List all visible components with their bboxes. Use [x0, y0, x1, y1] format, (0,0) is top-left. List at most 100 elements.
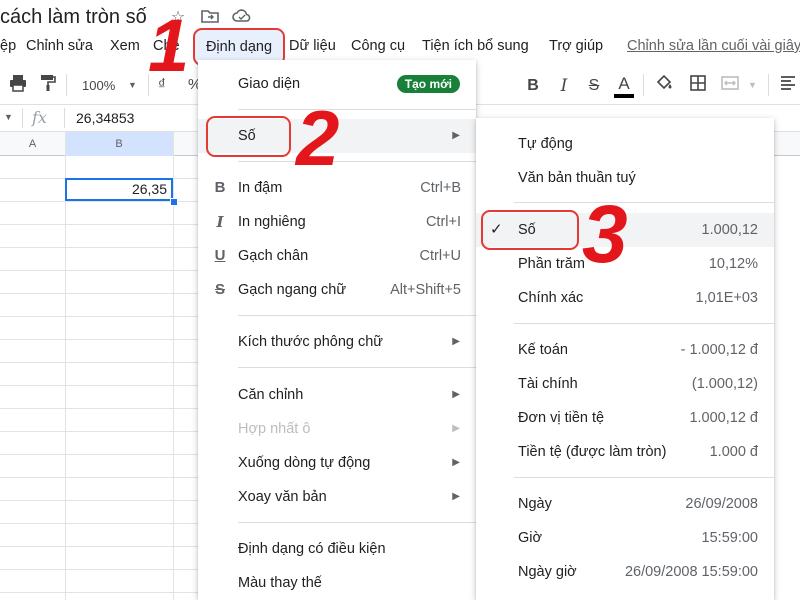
print-icon[interactable]	[6, 74, 30, 98]
cloud-saved-icon[interactable]	[232, 8, 252, 28]
number-item-example: 26/09/2008 15:59:00	[624, 564, 758, 580]
align-left-icon[interactable]	[776, 74, 800, 98]
shortcut-label: Ctrl+I	[425, 214, 461, 230]
move-folder-icon[interactable]	[200, 8, 220, 28]
grid-line	[0, 339, 200, 340]
submenu-arrow-icon: ▶	[452, 491, 460, 502]
number-item-label: Chính xác	[518, 290, 584, 306]
menu-edit[interactable]: Chỉnh sửa	[26, 38, 93, 54]
number-item-example: 15:59:00	[701, 530, 758, 546]
menu-item-alternating-colors[interactable]: Màu thay thế	[198, 566, 476, 600]
paint-format-icon[interactable]	[36, 74, 60, 98]
number-item-time[interactable]: Giờ 15:59:00	[476, 521, 774, 555]
new-badge: Tạo mới	[396, 75, 460, 93]
formula-input[interactable]: 26,34853	[76, 110, 134, 126]
menu-file[interactable]: ệp	[0, 38, 16, 54]
strikethrough-icon: S	[214, 281, 225, 298]
grid-line	[0, 546, 200, 547]
fill-color-icon[interactable]	[652, 74, 676, 98]
menu-item-conditional-format[interactable]: Định dạng có điều kiện	[198, 532, 476, 566]
grid-line	[0, 592, 200, 593]
number-item-label: Tự động	[518, 136, 573, 152]
column-header-a[interactable]: A	[0, 132, 65, 156]
number-item-currency[interactable]: Đơn vị tiền tệ 1.000,12 đ	[476, 401, 774, 435]
menu-item-underline[interactable]: U Gạch chân Ctrl+U	[198, 239, 476, 273]
toolbar-divider	[66, 74, 67, 96]
strikethrough-button[interactable]: S	[582, 74, 606, 98]
fill-handle[interactable]	[170, 198, 178, 206]
number-item-financial[interactable]: Tài chính (1.000,12)	[476, 367, 774, 401]
selected-cell[interactable]: 26,35	[65, 178, 173, 201]
menu-divider	[238, 161, 476, 162]
menu-item-label: Hợp nhất ô	[238, 421, 311, 437]
number-item-example: 1.000 đ	[709, 444, 758, 460]
text-color-button[interactable]: A	[612, 74, 636, 98]
menu-item-rotate[interactable]: Xoay văn bản ▶	[198, 480, 476, 514]
menu-item-label: Giao diện	[238, 76, 301, 92]
menu-item-align[interactable]: Căn chỉnh ▶	[198, 378, 476, 412]
step-number-3: 3	[582, 189, 628, 280]
number-item-example: 26/09/2008	[685, 496, 758, 512]
number-item-example: 1,01E+03	[695, 290, 759, 306]
name-box-dropdown-icon[interactable]: ▼	[4, 112, 13, 122]
column-header-b[interactable]: B	[65, 132, 173, 156]
number-item-example: (1.000,12)	[691, 376, 758, 392]
number-item-label: Tiền tệ (được làm tròn)	[518, 444, 667, 460]
formula-divider	[64, 108, 65, 128]
submenu-arrow-icon: ▶	[452, 336, 460, 347]
menu-item-font-size[interactable]: Kích thước phông chữ ▶	[198, 325, 476, 359]
shortcut-label: Ctrl+B	[420, 180, 461, 196]
menu-divider	[238, 367, 476, 368]
number-item-label: Ngày giờ	[518, 564, 577, 580]
menu-item-strikethrough[interactable]: S Gạch ngang chữ Alt+Shift+5	[198, 273, 476, 307]
number-item-date[interactable]: Ngày 26/09/2008	[476, 487, 774, 521]
menu-divider	[238, 315, 476, 316]
grid-line	[0, 569, 200, 570]
menu-item-merge[interactable]: Hợp nhất ô ▶	[198, 412, 476, 446]
italic-button[interactable]: I	[552, 74, 576, 98]
bold-button[interactable]: B	[521, 74, 545, 98]
zoom-dropdown-icon[interactable]: ▼	[128, 80, 137, 90]
grid-line	[0, 500, 200, 501]
grid-line	[0, 431, 200, 432]
submenu-arrow-icon: ▶	[452, 457, 460, 468]
submenu-arrow-icon: ▶	[452, 423, 460, 434]
grid-line	[0, 316, 200, 317]
merge-cells-icon[interactable]	[718, 74, 742, 98]
menu-item-italic[interactable]: I In nghiêng Ctrl+I	[198, 205, 476, 239]
menu-divider	[238, 522, 476, 523]
number-item-auto[interactable]: Tự động	[476, 127, 774, 161]
number-item-currency-rounded[interactable]: Tiền tệ (được làm tròn) 1.000 đ	[476, 435, 774, 469]
merge-dropdown-icon[interactable]: ▼	[748, 80, 757, 90]
menu-item-label: Căn chỉnh	[238, 387, 304, 403]
number-item-accounting[interactable]: Kế toán - 1.000,12 đ	[476, 333, 774, 367]
number-item-label: Kế toán	[518, 342, 568, 358]
number-item-example: 10,12%	[708, 256, 758, 272]
fx-icon: fx	[32, 108, 47, 127]
menu-item-wrap[interactable]: Xuống dòng tự động ▶	[198, 446, 476, 480]
last-edit-link[interactable]: Chỉnh sửa lần cuối vài giây	[627, 38, 800, 54]
menu-item-label: Gạch chân	[238, 248, 309, 264]
menu-help[interactable]: Trợ giúp	[549, 38, 603, 54]
number-item-scientific[interactable]: Chính xác 1,01E+03	[476, 281, 774, 315]
shortcut-label: Alt+Shift+5	[390, 282, 461, 298]
grid-line	[0, 385, 200, 386]
menu-item-label: In nghiêng	[238, 214, 306, 230]
document-title[interactable]: cách làm tròn số	[0, 6, 147, 29]
toolbar-divider	[768, 74, 769, 96]
menu-addons[interactable]: Tiện ích bổ sung	[422, 38, 529, 54]
menu-data[interactable]: Dữ liệu	[289, 38, 336, 54]
borders-icon[interactable]	[686, 74, 710, 98]
shortcut-label: Ctrl+U	[419, 248, 462, 264]
menu-tools[interactable]: Công cụ	[351, 38, 405, 54]
menu-view[interactable]: Xem	[110, 38, 140, 54]
grid-line	[0, 523, 200, 524]
text-color-swatch	[614, 94, 634, 98]
step-number-1: 1	[148, 4, 190, 87]
menu-item-label: In đậm	[238, 180, 283, 196]
zoom-select[interactable]: 100%	[82, 78, 115, 93]
grid-line	[0, 224, 200, 225]
number-item-datetime[interactable]: Ngày giờ 26/09/2008 15:59:00	[476, 555, 774, 589]
number-item-example: - 1.000,12 đ	[680, 342, 758, 358]
grid-line	[0, 247, 200, 248]
